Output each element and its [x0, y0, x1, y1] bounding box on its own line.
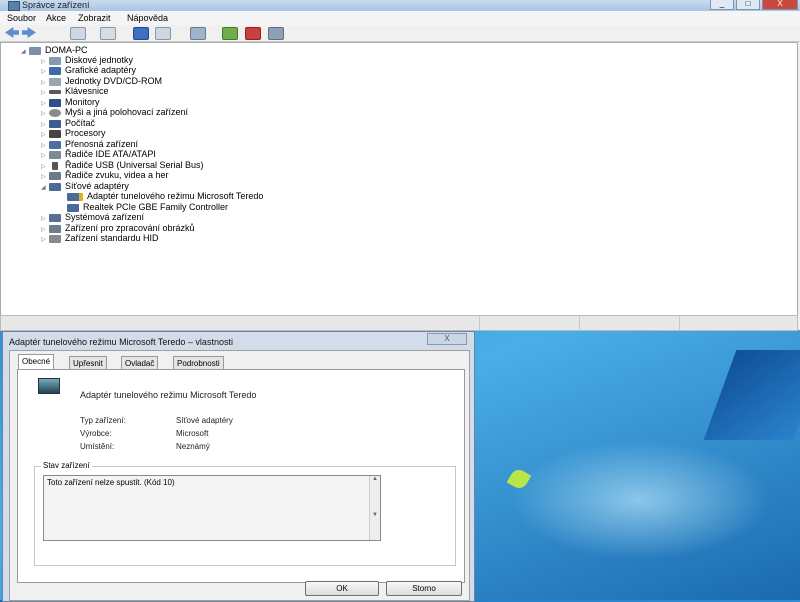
- tree-item[interactable]: ▷ Počítač: [41, 118, 95, 128]
- maximize-button[interactable]: □: [736, 0, 760, 10]
- device-status-textbox[interactable]: Toto zařízení nelze spustit. (Kód 10) ▲ ▼: [43, 475, 381, 541]
- title-bar[interactable]: Správce zařízení _ □ X: [0, 0, 800, 11]
- menu-soubor[interactable]: Soubor: [7, 13, 36, 23]
- tree-item[interactable]: ▷ Monitory: [41, 97, 100, 107]
- menu-bar: Soubor Akce Zobrazit Nápověda: [0, 11, 800, 26]
- minimize-button[interactable]: _: [710, 0, 734, 10]
- dialog-close-button[interactable]: X: [427, 333, 467, 345]
- tab-advanced[interactable]: Upřesnit: [69, 356, 107, 370]
- location-value: Neznámý: [176, 442, 210, 451]
- processor-icon: [49, 129, 61, 138]
- cancel-button[interactable]: Storno: [386, 581, 462, 596]
- tab-general[interactable]: Obecné: [18, 354, 55, 370]
- device-name: Adaptér tunelového režimu Microsoft Tere…: [80, 390, 257, 400]
- ok-button[interactable]: OK: [305, 581, 379, 596]
- scan-icon[interactable]: [190, 27, 206, 40]
- disk-icon: [49, 56, 61, 65]
- imaging-icon: [49, 224, 61, 233]
- tree-item[interactable]: ▷ Řadiče USB (Universal Serial Bus): [41, 160, 204, 170]
- network-adapter-icon: [38, 378, 60, 394]
- status-bar: [0, 315, 798, 331]
- network-icon: [49, 182, 61, 191]
- tree-item[interactable]: ▷ Přenosná zařízení: [41, 139, 138, 149]
- device-status-text: Toto zařízení nelze spustit. (Kód 10): [47, 478, 175, 487]
- network-warning-icon: [67, 192, 83, 201]
- tree-item[interactable]: ▷ Zařízení pro zpracování obrázků: [41, 223, 195, 233]
- view-icon[interactable]: [100, 27, 116, 40]
- computer-icon: [49, 119, 61, 128]
- tree-item[interactable]: ▷ Jednotky DVD/CD-ROM: [41, 76, 162, 86]
- device-tree[interactable]: ◢ DOMA-PC ▷ Diskové jednotky ▷ Grafické ada…: [0, 42, 798, 317]
- tree-item[interactable]: ▷ Myši a jiná polohovací zařízení: [41, 107, 188, 117]
- dialog-title: Adaptér tunelového režimu Microsoft Tere…: [9, 337, 233, 347]
- tree-item-network-adapters[interactable]: ◢ Síťové adaptéry: [41, 181, 129, 191]
- system-icon: [49, 213, 61, 222]
- close-button[interactable]: X: [762, 0, 798, 10]
- tree-item[interactable]: ▷ Procesory: [41, 128, 106, 138]
- toolbar: [0, 25, 800, 42]
- tree-item[interactable]: ▷ Řadiče zvuku, videa a her: [41, 170, 169, 180]
- menu-napoveda[interactable]: Nápověda: [127, 13, 168, 23]
- tree-item[interactable]: ▷ Grafické adaptéry: [41, 65, 136, 75]
- window-title: Správce zařízení: [22, 0, 90, 10]
- device-status-legend: Stav zařízení: [41, 461, 92, 470]
- tree-item[interactable]: ▷ Klávesnice: [41, 86, 109, 96]
- display-adapter-icon: [49, 66, 61, 75]
- disable-icon[interactable]: [268, 27, 284, 40]
- collapse-icon[interactable]: ◢: [41, 183, 49, 193]
- general-panel: Adaptér tunelového režimu Microsoft Tere…: [17, 369, 465, 583]
- update-driver-icon[interactable]: [222, 27, 238, 40]
- tree-item[interactable]: ▷ Řadiče IDE ATA/ATAPI: [41, 149, 156, 159]
- monitor-icon: [49, 98, 61, 107]
- back-icon[interactable]: [5, 27, 19, 38]
- menu-akce[interactable]: Akce: [46, 13, 66, 23]
- portable-device-icon: [49, 140, 61, 149]
- tree-item-realtek[interactable]: Realtek PCIe GBE Family Controller: [67, 202, 228, 212]
- manufacturer-value: Microsoft: [176, 429, 209, 438]
- device-type-label: Typ zařízení:: [80, 416, 126, 425]
- location-label: Umístění:: [80, 442, 115, 451]
- manufacturer-label: Výrobce:: [80, 429, 112, 438]
- tab-driver[interactable]: Ovladač: [121, 356, 159, 370]
- forward-icon[interactable]: [22, 27, 36, 38]
- tree-item[interactable]: ▷ Diskové jednotky: [41, 55, 133, 65]
- tree-item-teredo[interactable]: Adaptér tunelového režimu Microsoft Tere…: [67, 191, 263, 201]
- tree-root[interactable]: ◢ DOMA-PC: [21, 45, 88, 55]
- usb-icon: [52, 161, 58, 170]
- tree-item[interactable]: ▷ Systémová zařízení: [41, 212, 144, 222]
- status-scrollbar[interactable]: ▲ ▼: [369, 476, 380, 540]
- dvd-icon: [49, 77, 61, 86]
- network-icon: [67, 203, 79, 212]
- device-type-value: Síťové adaptéry: [176, 416, 233, 425]
- console-icon[interactable]: [155, 27, 171, 40]
- mouse-icon: [49, 108, 61, 117]
- keyboard-icon: [49, 89, 61, 94]
- collapse-icon[interactable]: ◢: [21, 47, 29, 57]
- uninstall-icon[interactable]: [245, 27, 261, 40]
- desktop-wallpaper: [470, 330, 800, 600]
- ide-icon: [49, 150, 61, 159]
- device-manager-window: Správce zařízení _ □ X Soubor Akce Zobra…: [0, 0, 800, 331]
- sound-icon: [49, 171, 61, 180]
- dialog-body: Obecné Upřesnit Ovladač Podrobnosti Adap…: [9, 350, 470, 601]
- tree-item[interactable]: ▷ Zařízení standardu HID: [41, 233, 159, 243]
- computer-icon: [29, 46, 41, 55]
- properties-icon[interactable]: [70, 27, 86, 40]
- properties-dialog: Adaptér tunelového režimu Microsoft Tere…: [2, 331, 475, 602]
- device-status-group: Stav zařízení Toto zařízení nelze spusti…: [34, 461, 456, 566]
- hid-icon: [49, 234, 61, 243]
- help-icon[interactable]: [133, 27, 149, 40]
- menu-zobrazit[interactable]: Zobrazit: [78, 13, 111, 23]
- tab-details[interactable]: Podrobnosti: [173, 356, 224, 370]
- device-manager-icon: [8, 1, 20, 11]
